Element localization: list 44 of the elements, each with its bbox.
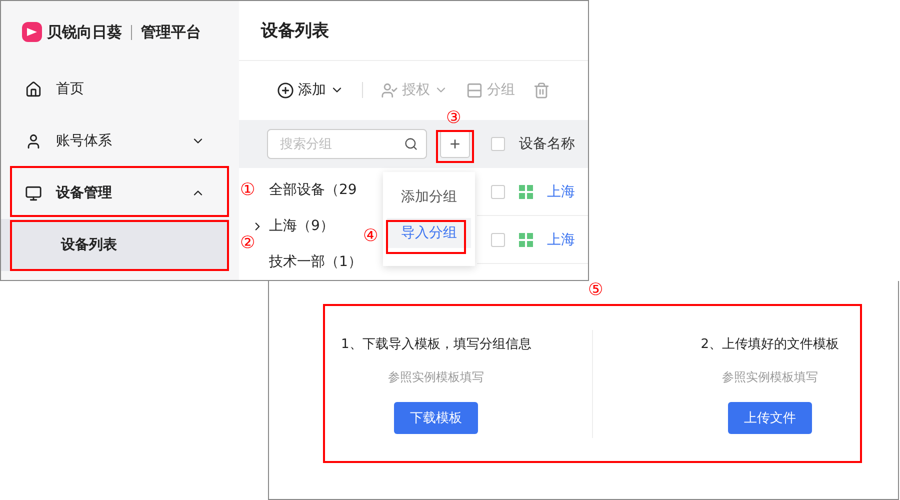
device-link[interactable]: 上海 (547, 230, 575, 248)
group-tree-item[interactable]: 技术一部（1） (253, 244, 362, 280)
trash-icon (533, 82, 550, 99)
sidebar-item[interactable]: 首页 (1, 63, 229, 115)
grid-icon (519, 232, 533, 246)
device-link[interactable]: 上海 (547, 182, 575, 200)
step-hint: 参照实例模板填写 (388, 368, 484, 386)
callout-number: ③ (446, 110, 462, 127)
checkbox[interactable] (491, 184, 505, 198)
menu-item[interactable]: 导入分组 (387, 218, 471, 248)
add-icon (277, 82, 294, 99)
brand-name: 贝锐向日葵 (47, 22, 122, 42)
product-name: 管理平台 (141, 22, 201, 42)
user-check-icon (381, 82, 398, 99)
callout-number: ④ (363, 228, 378, 245)
callout-number: ② (240, 235, 256, 252)
sidebar-item[interactable]: 设备管理 (1, 167, 229, 219)
sidebar-item[interactable]: 账号体系 (1, 115, 229, 167)
group-icon (466, 82, 483, 99)
checkbox[interactable] (491, 137, 505, 151)
add-group-button[interactable]: + (440, 130, 470, 158)
search-field[interactable]: 搜索分组 (267, 129, 427, 159)
step-title: 1、下载导入模板，填写分组信息 (341, 336, 532, 352)
search-icon (404, 137, 418, 151)
menu-item[interactable]: 添加分组 (387, 182, 471, 212)
home-icon (25, 80, 42, 98)
sidebar-subitem[interactable]: 设备列表 (1, 219, 229, 271)
column-header: 设备名称 (519, 135, 575, 153)
step-title: 2、上传填好的文件模板 (700, 336, 839, 352)
step-button[interactable]: 上传文件 (728, 402, 812, 434)
step-button[interactable]: 下载模板 (394, 402, 478, 434)
monitor-icon (25, 184, 42, 202)
group-tree-item[interactable]: 全部设备（29 (253, 172, 357, 208)
logo-icon (22, 22, 42, 42)
checkbox[interactable] (491, 232, 505, 246)
step-hint: 参照实例模板填写 (722, 368, 818, 386)
callout-number: ⑤ (588, 282, 604, 299)
toolbar-button[interactable]: 添加 (277, 81, 344, 100)
page-title: 设备列表 (239, 1, 588, 61)
group-tree-item[interactable]: 上海（9） (253, 208, 334, 244)
user-icon (25, 132, 42, 150)
highlight-frame (436, 130, 474, 163)
grid-icon (519, 184, 533, 198)
callout-number: ① (240, 182, 256, 199)
